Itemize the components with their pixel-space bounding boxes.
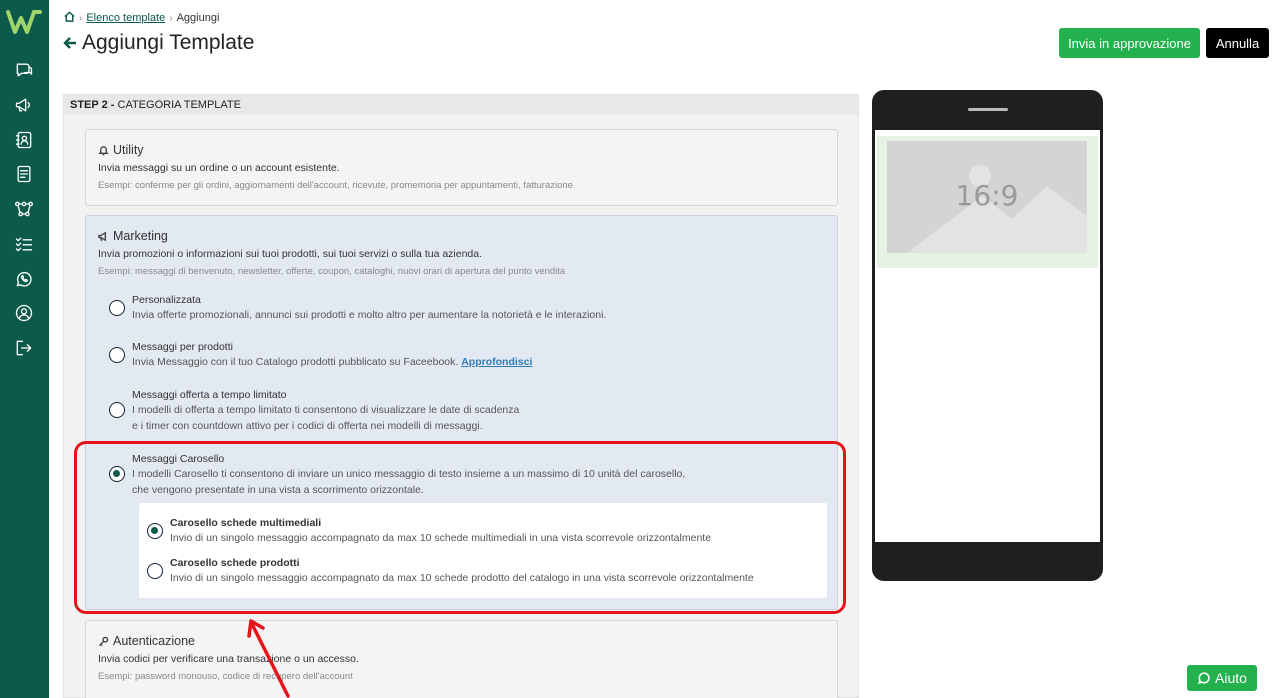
radio-carosello-multimediali[interactable]: [147, 523, 163, 539]
image-placeholder-icon: 16:9: [887, 141, 1087, 253]
option-title: Messaggi Carosello: [132, 453, 225, 465]
learn-more-link[interactable]: Approfondisci: [461, 356, 532, 368]
category-card-authentication[interactable]: Autenticazione Invia codici per verifica…: [85, 620, 838, 698]
breadcrumb-link-templates[interactable]: Elenco template: [86, 12, 165, 24]
radio-messaggi-prodotti[interactable]: [109, 347, 125, 363]
option-carosello-multimediali[interactable]: Carosello schede multimediali Invio di u…: [147, 515, 817, 547]
marketing-title-text: Marketing: [113, 229, 168, 243]
step-name: CATEGORIA TEMPLATE: [117, 99, 241, 111]
option-title: Carosello schede multimediali: [170, 517, 322, 529]
option-offerta-tempo-limitato[interactable]: Messaggi offerta a tempo limitato I mode…: [108, 387, 808, 437]
auth-title: Autenticazione: [98, 634, 195, 648]
option-description: Invio di un singolo messaggio accompagna…: [170, 532, 712, 544]
key-icon: [98, 636, 109, 646]
home-icon[interactable]: [64, 11, 75, 25]
option-description: I modelli Carosello ti consentono di inv…: [132, 468, 686, 480]
marketing-examples: Esempi: messaggi di benvenuto, newslette…: [98, 266, 566, 277]
app-logo[interactable]: [6, 8, 44, 36]
option-carosello-prodotti[interactable]: Carosello schede prodotti Invio di un si…: [147, 555, 817, 587]
templates-icon[interactable]: [12, 162, 36, 186]
radio-personalizzata[interactable]: [109, 300, 125, 316]
whatsapp-icon: [1197, 672, 1210, 684]
radio-offerta-tempo-limitato[interactable]: [109, 402, 125, 418]
utility-title: Utility: [98, 143, 144, 157]
breadcrumb-current: Aggiungi: [176, 12, 220, 24]
whatsapp-icon[interactable]: [12, 267, 36, 291]
option-title: Personalizzata: [132, 294, 201, 306]
utility-description: Invia messaggi su un ordine o un account…: [98, 162, 340, 174]
option-description-text: Invia Messaggio con il tuo Catalogo prod…: [132, 356, 459, 368]
marketing-title: Marketing: [98, 229, 168, 243]
account-icon[interactable]: [12, 301, 36, 325]
option-description-line2: e i timer con countdown attivo per i cod…: [132, 420, 483, 432]
carousel-suboptions: Carosello schede multimediali Invio di u…: [139, 503, 827, 598]
marketing-description: Invia promozioni o informazioni sui tuoi…: [98, 248, 483, 260]
phone-speaker: [968, 108, 1008, 111]
cancel-button[interactable]: Annulla: [1206, 28, 1269, 58]
step-label: STEP 2 -: [70, 99, 115, 111]
help-label: Aiuto: [1215, 670, 1247, 686]
auth-description: Invia codici per verificare una transazi…: [98, 653, 359, 665]
sidebar: [0, 0, 49, 698]
option-messaggi-prodotti[interactable]: Messaggi per prodotti Invia Messaggio co…: [108, 340, 808, 374]
option-title: Carosello schede prodotti: [170, 557, 300, 569]
option-messaggi-carosello[interactable]: Messaggi Carosello I modelli Carosello t…: [108, 451, 808, 501]
breadcrumb-separator: ›: [169, 12, 173, 24]
breadcrumb-separator: ›: [79, 12, 83, 24]
page-title-text: Aggiungi Template: [82, 31, 255, 54]
option-description: Invia offerte promozionali, annunci sui …: [132, 309, 607, 321]
utility-title-text: Utility: [113, 143, 144, 157]
breadcrumb: › Elenco template › Aggiungi: [64, 11, 219, 25]
submit-approval-button[interactable]: Invia in approvazione: [1059, 28, 1200, 58]
bell-icon: [98, 145, 109, 155]
category-card-utility[interactable]: Utility Invia messaggi su un ordine o un…: [85, 129, 838, 206]
option-description-line2: che vengono presentate in una vista a sc…: [132, 484, 424, 496]
megaphone-icon[interactable]: [12, 93, 36, 117]
step-header: STEP 2 - CATEGORIA TEMPLATE: [64, 95, 858, 115]
category-card-marketing[interactable]: Marketing Invia promozioni o informazion…: [85, 215, 838, 610]
option-description: Invia Messaggio con il tuo Catalogo prod…: [132, 354, 532, 370]
flow-icon[interactable]: [12, 197, 36, 221]
utility-examples: Esempi: conferme per gli ordini, aggiorn…: [98, 180, 573, 191]
contacts-icon[interactable]: [12, 128, 36, 152]
option-description: Invio di un singolo messaggio accompagna…: [170, 572, 754, 584]
back-arrow-icon[interactable]: [62, 35, 78, 51]
media-message-bubble: 16:9: [877, 136, 1098, 268]
phone-screen: 16:9: [875, 130, 1100, 542]
aspect-ratio-label: 16:9: [955, 179, 1019, 212]
checklist-icon[interactable]: [12, 232, 36, 256]
radio-messaggi-carosello[interactable]: [109, 466, 125, 482]
option-personalizzata[interactable]: Personalizzata Invia offerte promozional…: [108, 292, 808, 326]
step-panel: STEP 2 - CATEGORIA TEMPLATE Utility Invi…: [63, 94, 859, 698]
phone-preview: 16:9: [872, 90, 1103, 581]
logout-icon[interactable]: [12, 336, 36, 360]
help-button[interactable]: Aiuto: [1187, 665, 1257, 691]
auth-examples: Esempi: password monouso, codice di recu…: [98, 671, 353, 682]
page-title: Aggiungi Template: [62, 31, 254, 55]
auth-title-text: Autenticazione: [113, 634, 196, 648]
megaphone-icon: [98, 231, 107, 241]
option-title: Messaggi offerta a tempo limitato: [132, 389, 287, 401]
chat-icon[interactable]: [12, 58, 36, 82]
radio-carosello-prodotti[interactable]: [147, 563, 163, 579]
option-description: I modelli di offerta a tempo limitato ti…: [132, 404, 520, 416]
option-title: Messaggi per prodotti: [132, 341, 233, 353]
